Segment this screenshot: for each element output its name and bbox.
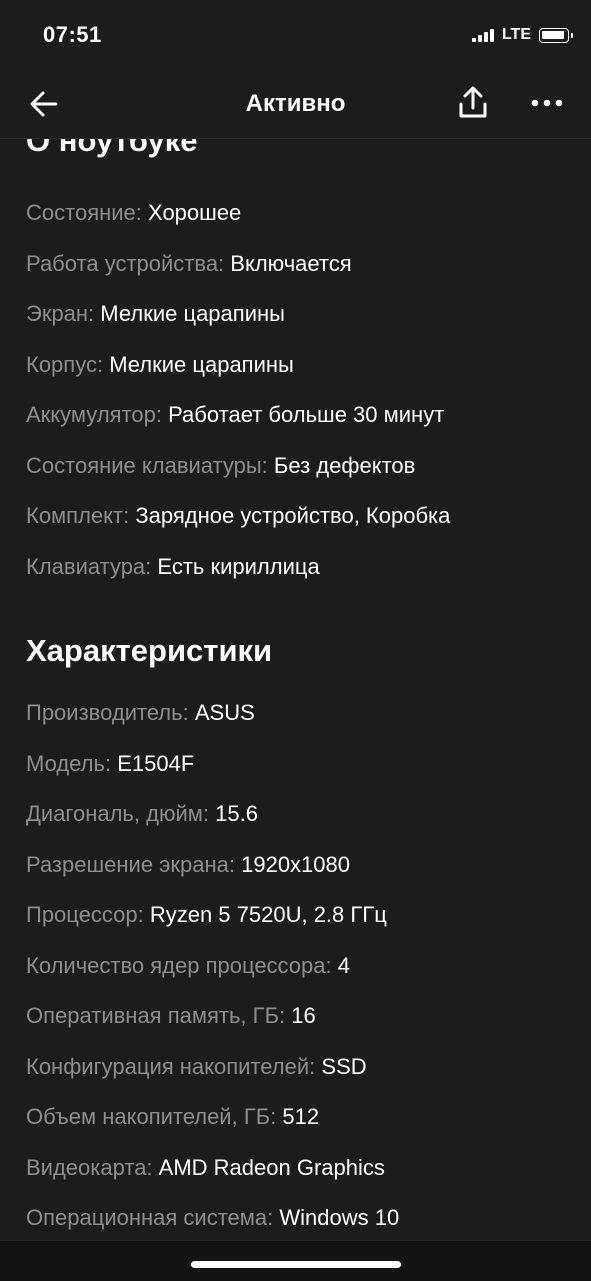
row-label: Операционная система: <box>26 1205 274 1230</box>
row-label: Комплект: <box>26 503 130 528</box>
spec-row-gpu: Видеокарта: AMD Radeon Graphics <box>26 1143 586 1194</box>
about-row-body: Корпус: Мелкие царапины <box>26 340 586 391</box>
spec-row-os: Операционная система: Windows 10 <box>26 1193 586 1240</box>
spec-row-storage-size: Объем накопителей, ГБ: 512 <box>26 1092 586 1143</box>
row-value: Включается <box>230 250 352 276</box>
section-heading-specs: Характеристики <box>26 633 273 668</box>
row-label: Количество ядер процессора: <box>26 952 332 978</box>
about-row-keyboard-condition: Состояние клавиатуры: Без дефектов <box>26 441 586 492</box>
row-value: 4 <box>337 952 351 978</box>
row-label: Диагональ, дюйм: <box>26 801 209 826</box>
row-label: Видеокарта: <box>26 1154 153 1180</box>
spec-row-cores: Количество ядер процессора: 4 <box>26 941 586 992</box>
row-label: Аккумулятор: <box>26 402 162 427</box>
row-label: Процессор: <box>26 902 144 927</box>
network-type: LTE <box>501 26 531 43</box>
status-bar: 07:51 LTE <box>0 0 591 72</box>
scroll-content[interactable]: О ноутбуке Состояние: Хорошее Работа уст… <box>0 138 591 1240</box>
row-label: Корпус: <box>26 351 104 377</box>
row-value: ASUS <box>194 700 255 725</box>
share-icon <box>459 86 487 118</box>
status-time: 07:51 <box>43 22 102 47</box>
about-row-kit: Комплект: Зарядное устройство, Коробка <box>26 491 586 542</box>
row-value: Windows 10 <box>279 1205 400 1230</box>
more-options-button[interactable] <box>527 88 567 118</box>
row-value: AMD Radeon Graphics <box>158 1154 385 1180</box>
row-value: Мелкие царапины <box>109 351 294 377</box>
status-indicators: LTE <box>471 26 573 44</box>
row-value: 16 <box>291 1003 316 1028</box>
spec-row-diagonal: Диагональ, дюйм: 15.6 <box>26 789 586 840</box>
row-value: 512 <box>282 1104 320 1129</box>
row-value: Хорошее <box>148 200 242 225</box>
row-value: 1920x1080 <box>241 851 350 877</box>
spec-row-ram: Оперативная память, ГБ: 16 <box>26 991 586 1042</box>
row-value: Есть кириллица <box>157 553 320 579</box>
row-value: Работает больше 30 минут <box>168 402 445 427</box>
row-value: Без дефектов <box>273 452 416 478</box>
section-heading-about: О ноутбуке <box>26 138 198 158</box>
about-row-keyboard: Клавиатура: Есть кириллица <box>26 542 586 593</box>
about-row-condition: Состояние: Хорошее <box>26 188 586 239</box>
page-title: Активно <box>245 90 346 117</box>
share-button[interactable] <box>454 84 492 122</box>
row-label: Объем накопителей, ГБ: <box>26 1104 277 1129</box>
spec-row-resolution: Разрешение экрана: 1920x1080 <box>26 840 586 891</box>
row-label: Оперативная память, ГБ: <box>26 1003 286 1028</box>
navigation-bar: Активно <box>0 72 591 139</box>
bottom-bar <box>0 1240 591 1281</box>
row-label: Производитель: <box>26 700 189 725</box>
about-row-battery: Аккумулятор: Работает больше 30 минут <box>26 390 586 441</box>
row-label: Модель: <box>26 750 112 776</box>
row-label: Разрешение экрана: <box>26 851 235 877</box>
battery-icon <box>539 27 573 43</box>
row-label: Конфигурация накопителей: <box>26 1053 316 1079</box>
spec-row-storage-config: Конфигурация накопителей: SSD <box>26 1042 586 1093</box>
more-dots-icon <box>531 99 563 107</box>
home-indicator[interactable] <box>191 1261 401 1268</box>
row-label: Состояние: <box>26 200 142 225</box>
spec-row-model: Модель: E1504F <box>26 739 586 790</box>
row-label: Работа устройства: <box>26 250 225 276</box>
row-value: Ryzen 5 7520U, 2.8 ГГц <box>149 902 387 927</box>
row-label: Состояние клавиатуры: <box>26 452 268 478</box>
row-value: 15.6 <box>215 801 258 826</box>
about-row-screen: Экран: Мелкие царапины <box>26 289 586 340</box>
spec-row-manufacturer: Производитель: ASUS <box>26 688 586 739</box>
row-value: SSD <box>321 1053 367 1079</box>
row-value: E1504F <box>117 750 195 776</box>
row-label: Экран: <box>26 301 95 326</box>
row-label: Клавиатура: <box>26 553 152 579</box>
about-row-operation: Работа устройства: Включается <box>26 239 586 290</box>
spec-row-processor: Процессор: Ryzen 5 7520U, 2.8 ГГц <box>26 890 586 941</box>
row-value: Мелкие царапины <box>100 301 285 326</box>
cellular-signal-icon <box>471 28 496 42</box>
row-value: Зарядное устройство, Коробка <box>135 503 451 528</box>
